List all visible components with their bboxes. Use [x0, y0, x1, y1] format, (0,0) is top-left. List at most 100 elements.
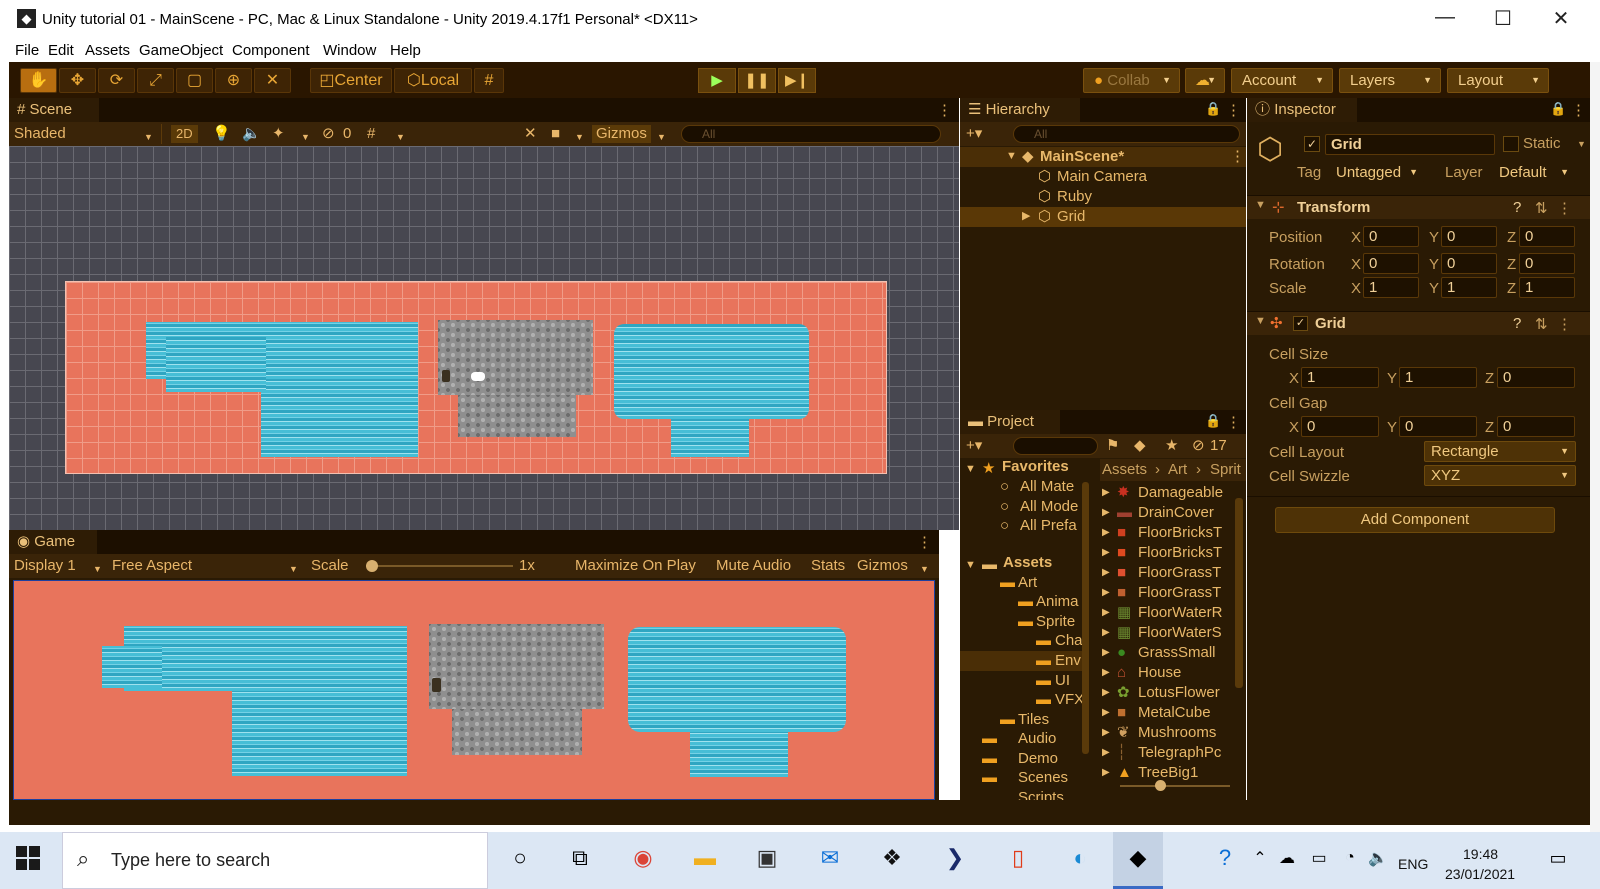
- powershell-icon[interactable]: ❯: [940, 843, 970, 873]
- grid-chevron-icon[interactable]: ▼: [396, 128, 405, 146]
- transform-header[interactable]: ▼ ⊹ Transform ? ⇅ ⋮: [1247, 195, 1590, 219]
- rect-tool-icon[interactable]: ▢: [176, 68, 213, 93]
- scale-slider-thumb[interactable]: [366, 560, 378, 572]
- fav-all-prefabs[interactable]: All Prefa: [1020, 516, 1077, 535]
- lock-icon[interactable]: 🔒: [1205, 413, 1221, 429]
- expand-icon[interactable]: ▶: [1102, 543, 1110, 562]
- audio-icon[interactable]: 🔈: [242, 125, 261, 143]
- gizmos-chevron-icon[interactable]: ▼: [657, 128, 666, 146]
- hidden-objects-icon[interactable]: ⊘: [322, 125, 335, 143]
- tree-vfx[interactable]: VFX: [1055, 690, 1084, 709]
- mute-audio-button[interactable]: Mute Audio: [716, 557, 791, 575]
- expand-icon[interactable]: ▶: [1102, 683, 1110, 702]
- gameobject-name-field[interactable]: Grid: [1325, 134, 1495, 155]
- tab-hierarchy[interactable]: ☰ Hierarchy: [960, 98, 1080, 122]
- menu-assets[interactable]: Assets: [85, 42, 130, 59]
- hierarchy-item-grid[interactable]: ▶ ⬡ Grid: [960, 207, 1246, 227]
- grid-toggle-icon[interactable]: #: [367, 125, 375, 143]
- mode-2d-button[interactable]: 2D: [171, 125, 198, 143]
- cortana-icon[interactable]: ○: [505, 843, 535, 873]
- pivot-center-button[interactable]: ◰Center: [310, 68, 392, 93]
- gizmos-button[interactable]: Gizmos: [857, 557, 908, 575]
- windows-start-icon[interactable]: [16, 846, 40, 870]
- grid-enabled-checkbox[interactable]: ✓: [1293, 316, 1308, 331]
- cloud-button[interactable]: ☁: [1185, 68, 1225, 93]
- list-item[interactable]: ▶ ■ FloorGrassT: [1100, 563, 1232, 583]
- tree-tiles[interactable]: Tiles: [1018, 710, 1049, 729]
- close-button[interactable]: ✕: [1538, 6, 1584, 31]
- breadcrumb-assets[interactable]: Assets: [1102, 460, 1147, 479]
- effects-chevron-icon[interactable]: ▼: [301, 128, 310, 146]
- icon-size-thumb[interactable]: [1155, 780, 1166, 791]
- tab-inspector[interactable]: ⓘ Inspector: [1247, 98, 1357, 122]
- favorites-expand-icon[interactable]: ▼: [965, 460, 976, 479]
- task-view-icon[interactable]: ⧉: [565, 843, 595, 873]
- tag-dropdown[interactable]: Untagged: [1329, 162, 1425, 183]
- list-item[interactable]: ▶ ■ FloorBricksT: [1100, 543, 1232, 563]
- expand-icon[interactable]: ▶: [1102, 503, 1110, 522]
- list-item[interactable]: ▶ ⌂ House: [1100, 663, 1232, 683]
- expand-icon[interactable]: ▼: [1006, 147, 1017, 166]
- list-item[interactable]: ▶ ▲ TreeBig1: [1100, 763, 1232, 783]
- rotation-z-field[interactable]: 0: [1519, 253, 1575, 274]
- step-button[interactable]: ▶❙: [778, 68, 816, 93]
- project-search-input[interactable]: [1013, 437, 1098, 455]
- layers-dropdown[interactable]: Layers: [1339, 68, 1441, 93]
- breadcrumb-art[interactable]: Art: [1168, 460, 1187, 479]
- filter-type-icon[interactable]: ⚑: [1106, 437, 1119, 455]
- hierarchy-more-icon[interactable]: ⋮: [1226, 101, 1241, 119]
- tree-characters[interactable]: Cha: [1055, 631, 1083, 650]
- project-tree-scrollbar[interactable]: [1082, 482, 1089, 754]
- effects-icon[interactable]: ✦: [272, 125, 285, 143]
- edge-icon[interactable]: ◐: [1065, 843, 1095, 873]
- list-item[interactable]: ▶ ✿ LotusFlower: [1100, 683, 1232, 703]
- tree-scripts[interactable]: Scripts: [1018, 788, 1064, 800]
- collab-dropdown[interactable]: ● Collab: [1083, 68, 1180, 93]
- hidden-packages-icon[interactable]: ⊘: [1192, 437, 1205, 455]
- battery-icon[interactable]: ▭: [1304, 843, 1334, 873]
- tab-scene[interactable]: # Scene: [9, 98, 99, 122]
- taskbar-search-box[interactable]: ⌕ Type here to search: [62, 832, 488, 889]
- custom-tool-icon[interactable]: ✕: [254, 68, 291, 93]
- tree-demo[interactable]: Demo: [1018, 749, 1058, 768]
- list-item[interactable]: ▶ ■ FloorGrassT: [1100, 583, 1232, 603]
- help-icon[interactable]: ?: [1210, 843, 1240, 873]
- expand-icon[interactable]: ▶: [1102, 703, 1110, 722]
- lock-icon[interactable]: 🔒: [1205, 101, 1221, 117]
- display-chevron-icon[interactable]: ▼: [93, 560, 102, 578]
- chrome-icon[interactable]: ◉: [628, 843, 658, 873]
- breadcrumb-sprites[interactable]: Sprit: [1210, 460, 1241, 479]
- scene-search-input[interactable]: All: [681, 125, 941, 143]
- static-chevron-icon[interactable]: ▼: [1577, 139, 1586, 149]
- cell-layout-dropdown[interactable]: Rectangle: [1424, 441, 1576, 462]
- cell-size-x-field[interactable]: 1: [1301, 367, 1379, 388]
- camera-chevron-icon[interactable]: ▼: [575, 128, 584, 146]
- scale-x-field[interactable]: 1: [1363, 277, 1419, 298]
- mail-icon[interactable]: ✉: [815, 843, 845, 873]
- game-viewport[interactable]: [13, 580, 935, 800]
- component-more-icon[interactable]: ⋮: [1557, 315, 1572, 333]
- menu-gameobject[interactable]: GameObject: [139, 42, 223, 59]
- scale-slider-track[interactable]: [366, 565, 513, 567]
- store-icon[interactable]: ▣: [752, 843, 782, 873]
- snap-grid-icon[interactable]: #: [474, 68, 504, 93]
- expand-icon[interactable]: ▶: [1102, 523, 1110, 542]
- display-dropdown[interactable]: Display 1: [14, 557, 76, 575]
- tree-sprites[interactable]: Sprite: [1036, 612, 1075, 631]
- assets-root-label[interactable]: Assets: [1003, 553, 1052, 572]
- layer-dropdown[interactable]: Default: [1492, 162, 1576, 183]
- expand-icon[interactable]: ▶: [1102, 623, 1110, 642]
- cell-gap-y-field[interactable]: 0: [1399, 416, 1477, 437]
- unity-taskbar-icon[interactable]: ◆: [1113, 832, 1163, 889]
- scene-more-icon[interactable]: ⋮: [937, 101, 952, 119]
- list-item[interactable]: ▶ ▦ FloorWaterR: [1100, 603, 1232, 623]
- list-item[interactable]: ▶ ● GrassSmall: [1100, 643, 1232, 663]
- scale-z-field[interactable]: 1: [1519, 277, 1575, 298]
- create-plus-icon[interactable]: +▾: [966, 437, 982, 455]
- position-y-field[interactable]: 0: [1441, 226, 1497, 247]
- project-list-scrollbar[interactable]: [1235, 498, 1243, 688]
- create-plus-icon[interactable]: +▾: [966, 125, 982, 143]
- icon-size-slider[interactable]: [1120, 785, 1230, 787]
- scale-tool-icon[interactable]: ⤢: [137, 68, 174, 93]
- tree-ui[interactable]: UI: [1055, 671, 1070, 690]
